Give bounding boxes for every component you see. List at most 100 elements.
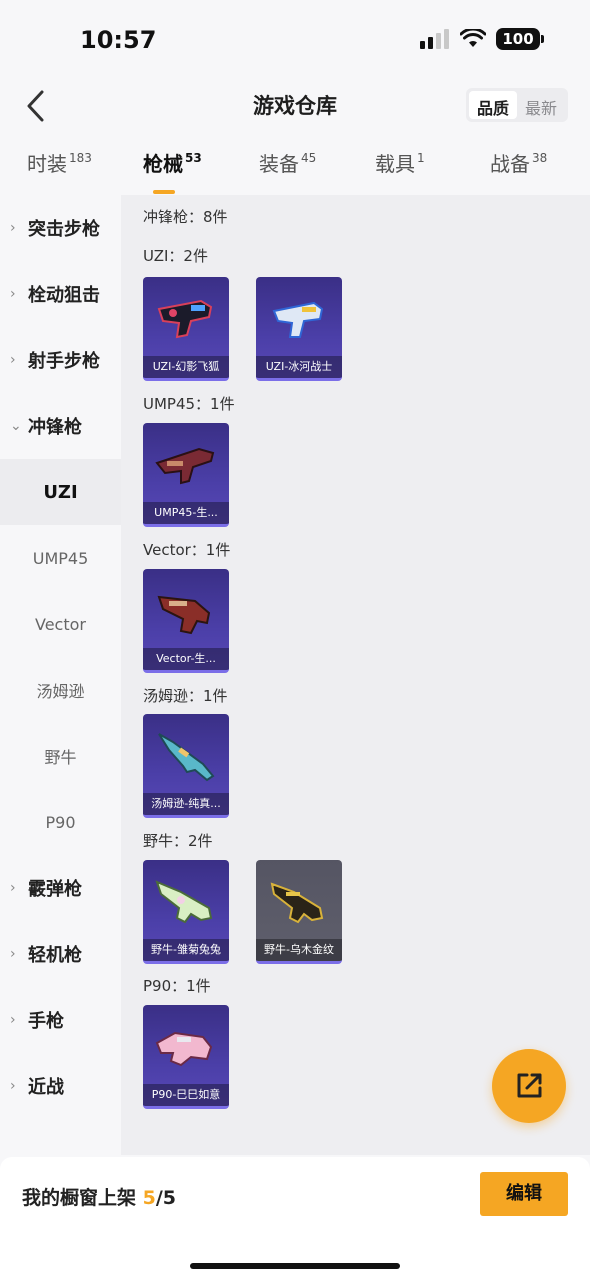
sidebar-subitem-vector[interactable]: Vector: [0, 591, 121, 657]
weapon-card[interactable]: UMP45-生...: [143, 423, 229, 527]
sidebar-subitem-bizon[interactable]: 野牛: [0, 723, 121, 789]
tab-label: 载具: [375, 152, 415, 176]
weapon-name: UZI-冰河战士: [256, 356, 342, 378]
weapon-name: 野牛-乌木金纹: [256, 939, 342, 961]
weapon-card[interactable]: 野牛-雏菊兔兔: [143, 860, 229, 964]
smg-gun-icon: [155, 447, 215, 485]
uzi-gun-icon: [272, 301, 324, 338]
sidebar-item-label: UMP45: [32, 548, 89, 568]
tab-count: 38: [532, 151, 548, 165]
edit-button[interactable]: 编辑: [480, 1172, 568, 1216]
sidebar-subitem-p90[interactable]: P90: [0, 789, 121, 855]
status-icons: 100: [420, 28, 544, 50]
smg-gun-icon: [157, 595, 211, 635]
group-title-uzi: UZI：2件: [143, 247, 208, 265]
sidebar-item-label: 汤姆逊: [36, 682, 85, 701]
tab-count: 45: [301, 151, 317, 165]
tab-count: 53: [185, 151, 202, 165]
tab-firearms[interactable]: 枪械 53: [143, 148, 202, 194]
showcase-text: 我的橱窗上架: [22, 1187, 143, 1209]
home-indicator[interactable]: [190, 1263, 400, 1269]
weapon-type-sidebar: › 突击步枪 › 栓动狙击 › 射手步枪 ⌄ 冲锋枪 UZI UMP45 Vector …: [0, 195, 121, 1155]
tab-equipment[interactable]: 装备 45: [259, 148, 316, 177]
smg-gun-icon: [270, 882, 324, 924]
sidebar-item-label: 冲锋枪: [28, 417, 82, 438]
status-time: 10:57: [80, 26, 157, 54]
sidebar-item-label: 霰弹枪: [28, 879, 82, 900]
status-bar: 10:57 100: [0, 0, 590, 80]
chevron-right-icon: ›: [10, 1078, 16, 1094]
sidebar-subitem-thompson[interactable]: 汤姆逊: [0, 657, 121, 723]
sidebar-item-lmg[interactable]: › 轻机枪: [0, 921, 121, 987]
sidebar-item-marksman-rifle[interactable]: › 射手步枪: [0, 327, 121, 393]
sidebar-item-label: 轻机枪: [28, 945, 82, 966]
chevron-right-icon: ›: [10, 286, 16, 302]
weapon-card[interactable]: P90-巳巳如意: [143, 1005, 229, 1109]
showcase-count: 5: [142, 1187, 156, 1209]
weapon-card[interactable]: UZI-冰河战士: [256, 277, 342, 381]
weapon-name: Vector-生...: [143, 648, 229, 670]
sidebar-item-label: 射手步枪: [28, 351, 100, 372]
weapon-card[interactable]: 野牛-乌木金纹: [256, 860, 342, 964]
sidebar-item-smg[interactable]: ⌄ 冲锋枪: [0, 393, 121, 459]
weapon-name: UMP45-生...: [143, 502, 229, 524]
tab-count: 1: [417, 151, 425, 165]
group-title-thompson: 汤姆逊：1件: [143, 687, 228, 705]
sidebar-item-assault-rifle[interactable]: › 突击步枪: [0, 195, 121, 261]
tab-label: 枪械: [143, 152, 183, 176]
smg-gun-icon: [155, 1031, 213, 1067]
weapon-name: 汤姆逊-纯真...: [143, 793, 229, 815]
sidebar-item-label: 近战: [28, 1077, 64, 1098]
sidebar-item-melee[interactable]: › 近战: [0, 1053, 121, 1119]
weapon-list: 冲锋枪：8件 UZI：2件 UZI-幻影飞狐 UZI-冰河战士 UMP45：1件…: [121, 195, 590, 1155]
nav-header: 游戏仓库 品质 最新: [0, 80, 590, 130]
weapon-name: UZI-幻影飞狐: [143, 356, 229, 378]
tab-vehicles[interactable]: 载具 1: [375, 148, 425, 177]
smg-gun-icon: [155, 880, 213, 924]
battery-level: 100: [502, 30, 534, 48]
chevron-down-icon: ⌄: [10, 418, 22, 434]
sidebar-item-label: 突击步枪: [28, 219, 100, 240]
weapon-card[interactable]: UZI-幻影飞狐: [143, 277, 229, 381]
sidebar-item-shotgun[interactable]: › 霰弹枪: [0, 855, 121, 921]
sort-quality-button[interactable]: 品质: [468, 91, 517, 119]
cellular-signal-icon: [420, 29, 450, 49]
sidebar-item-label: UZI: [43, 481, 78, 503]
tab-fashion[interactable]: 时装 183: [27, 148, 92, 177]
weapon-name: P90-巳巳如意: [143, 1084, 229, 1106]
chevron-right-icon: ›: [10, 352, 16, 368]
sort-latest-button[interactable]: 最新: [517, 91, 565, 119]
weapon-card[interactable]: 汤姆逊-纯真...: [143, 714, 229, 818]
sidebar-item-label: 野牛: [44, 748, 77, 767]
tab-combat-gear[interactable]: 战备 38: [490, 148, 547, 177]
share-external-icon: [517, 1073, 542, 1098]
showcase-total: /5: [155, 1187, 177, 1209]
smg-gun-icon: [158, 733, 215, 782]
wifi-icon: [460, 29, 486, 47]
weapon-card[interactable]: Vector-生...: [143, 569, 229, 673]
sidebar-item-bolt-sniper[interactable]: › 栓动狙击: [0, 261, 121, 327]
category-count-title: 冲锋枪：8件: [143, 208, 228, 226]
chevron-right-icon: ›: [10, 1012, 16, 1028]
sidebar-item-label: 栓动狙击: [28, 285, 100, 306]
tab-label: 时装: [27, 152, 67, 176]
tab-label: 战备: [490, 152, 530, 176]
group-title-p90: P90：1件: [143, 977, 211, 995]
battery-icon: 100: [496, 28, 544, 50]
sidebar-subitem-ump45[interactable]: UMP45: [0, 525, 121, 591]
sidebar-item-label: P90: [45, 812, 76, 832]
share-button[interactable]: [492, 1049, 566, 1123]
category-tabs: 时装 183 枪械 53 装备 45 载具 1 战备 38: [0, 140, 590, 195]
chevron-right-icon: ›: [10, 220, 16, 236]
uzi-gun-icon: [157, 299, 213, 339]
sidebar-item-label: 手枪: [28, 1011, 64, 1032]
tab-count: 183: [69, 151, 92, 165]
group-title-vector: Vector：1件: [143, 541, 231, 559]
sidebar-item-label: Vector: [35, 614, 86, 634]
chevron-right-icon: ›: [10, 946, 16, 962]
sidebar-subitem-uzi[interactable]: UZI: [0, 459, 121, 525]
sort-toggle: 品质 最新: [465, 88, 568, 122]
sidebar-item-pistol[interactable]: › 手枪: [0, 987, 121, 1053]
showcase-bar: 我的橱窗上架 5/5 编辑: [0, 1157, 590, 1280]
group-title-bizon: 野牛：2件: [143, 832, 213, 850]
